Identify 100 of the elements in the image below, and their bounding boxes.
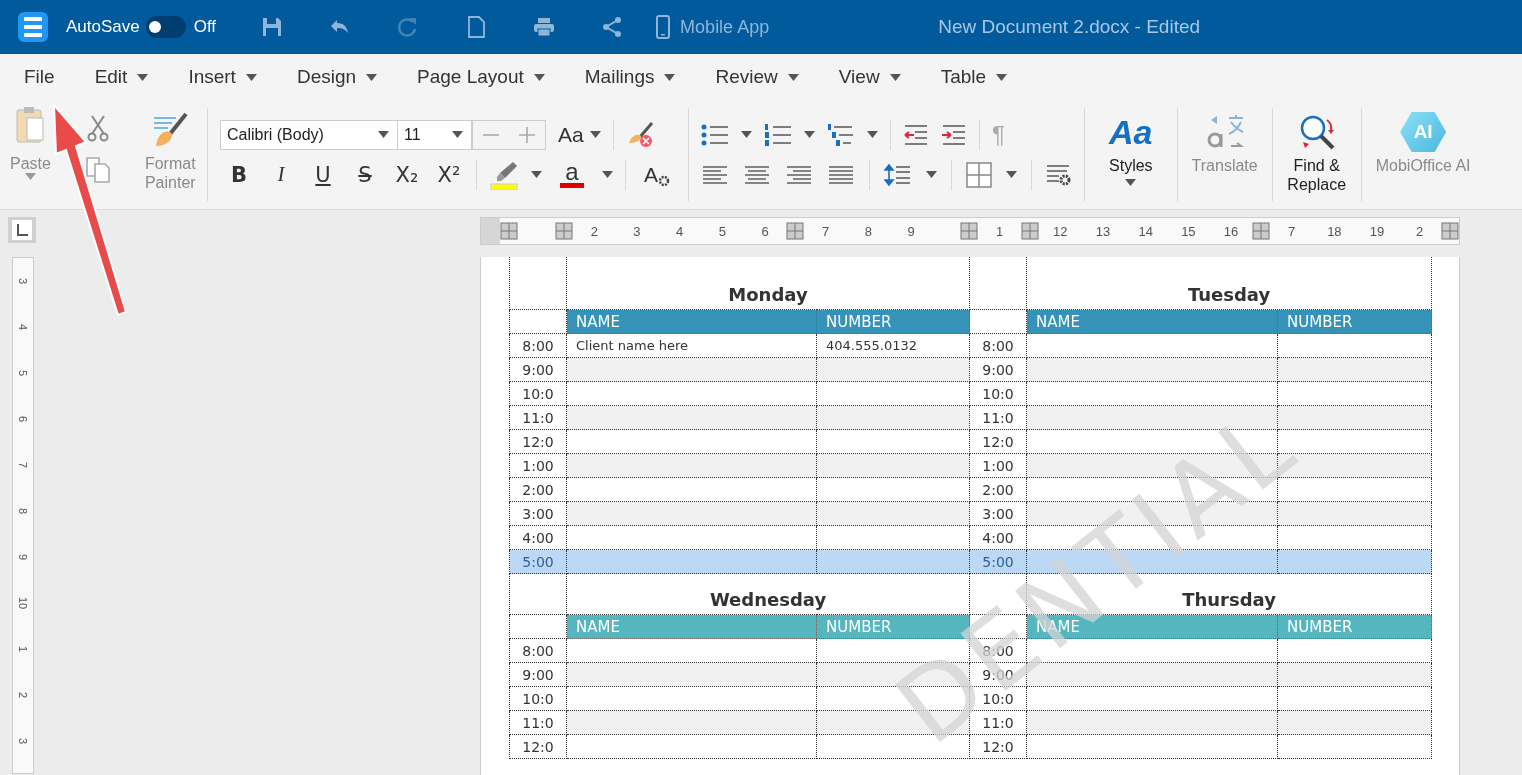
time-cell: 10:0 <box>509 381 567 406</box>
time-cell: 12:0 <box>509 734 567 759</box>
menu-item[interactable]: Table <box>940 66 1008 88</box>
align-right-icon[interactable] <box>785 163 813 186</box>
font-name-dropdown[interactable]: Calibri (Body) <box>220 119 398 150</box>
menu-item[interactable]: Mailings <box>584 66 676 88</box>
caret-icon <box>1125 179 1137 186</box>
time-cell: 3:00 <box>509 501 567 526</box>
column-marker-icon[interactable] <box>1441 222 1460 240</box>
caret-icon <box>889 73 901 81</box>
subscript-button[interactable]: X₂ <box>392 162 422 187</box>
time-cell: 8:00 <box>969 333 1027 358</box>
time-cell: 8:00 <box>509 333 567 358</box>
column-marker-icon[interactable] <box>554 222 573 240</box>
column-header: NAME <box>566 309 817 334</box>
column-header: NAME <box>566 614 817 639</box>
caret-icon[interactable] <box>602 171 613 178</box>
time-cell: 11:0 <box>509 405 567 430</box>
caret-icon <box>787 73 799 81</box>
tab-stop-icon <box>12 220 32 240</box>
multilevel-list-icon[interactable] <box>827 122 855 147</box>
menu-item[interactable]: Design <box>296 66 378 88</box>
column-header: NAME <box>1026 309 1278 334</box>
caret-icon[interactable] <box>867 131 878 138</box>
numbered-list-icon[interactable] <box>764 122 792 147</box>
gear-icon <box>658 174 670 187</box>
column-marker-icon[interactable] <box>786 222 805 240</box>
column-marker-icon[interactable] <box>1021 222 1039 240</box>
autosave-toggle[interactable] <box>145 16 186 38</box>
table-cell: 404.555.0132 <box>816 333 970 358</box>
menu-item[interactable]: File <box>24 66 55 88</box>
time-cell: 1:00 <box>509 453 567 478</box>
superscript-button[interactable]: X² <box>434 162 464 187</box>
change-case-button[interactable]: Aa <box>558 122 601 147</box>
caret-icon[interactable] <box>926 171 937 178</box>
paragraph-settings-icon[interactable] <box>1046 162 1072 187</box>
caret-icon[interactable] <box>741 131 752 138</box>
time-cell: 2:00 <box>509 477 567 502</box>
align-center-icon[interactable] <box>743 163 771 186</box>
column-header: NUMBER <box>1277 309 1432 334</box>
menu-item[interactable]: Page Layout <box>417 66 545 88</box>
ruler-margin-shading <box>481 218 500 244</box>
time-cell: 10:0 <box>969 381 1027 406</box>
horizontal-ruler: 2 3 4 5 6 7 8 9 1 12 13 14 15 16 7 18 19 2 <box>480 217 1460 245</box>
highlighter-icon[interactable] <box>489 159 519 190</box>
menu-item[interactable]: Insert <box>188 66 257 88</box>
time-cell: 9:00 <box>509 357 567 382</box>
caret-icon[interactable] <box>1006 171 1017 178</box>
caret-icon <box>452 131 463 138</box>
caret-icon[interactable] <box>531 171 542 178</box>
column-marker-icon[interactable] <box>499 222 518 240</box>
autosave-state: Off <box>193 17 217 37</box>
time-cell: 10:0 <box>509 686 567 711</box>
menu-icon[interactable] <box>18 12 48 42</box>
caret-icon <box>245 73 257 81</box>
time-cell: 4:00 <box>509 525 567 550</box>
align-left-icon[interactable] <box>701 163 729 186</box>
underline-button[interactable]: U <box>308 162 338 187</box>
styles-button[interactable]: Aa Styles <box>1085 106 1177 203</box>
time-cell: 5:00 <box>509 549 567 574</box>
line-spacing-icon[interactable] <box>884 162 912 187</box>
caret-icon <box>664 73 676 81</box>
plus-icon[interactable] <box>518 125 536 144</box>
clipboard-icon[interactable] <box>15 106 46 146</box>
increase-indent-icon[interactable] <box>941 123 967 146</box>
copy-icon[interactable] <box>84 156 111 184</box>
caret-icon <box>533 73 545 81</box>
strikethrough-button[interactable]: S <box>350 162 380 187</box>
menu-item[interactable]: Review <box>715 66 799 88</box>
scissors-icon[interactable] <box>85 114 110 142</box>
tab-stop-selector[interactable] <box>8 217 36 243</box>
day-heading: Wednesday <box>566 574 970 615</box>
time-cell: 9:00 <box>509 662 567 687</box>
bold-button[interactable]: B <box>224 162 254 187</box>
caret-icon[interactable] <box>804 131 815 138</box>
borders-icon[interactable] <box>966 161 992 188</box>
style-settings-button[interactable]: A <box>638 161 676 188</box>
decrease-indent-icon[interactable] <box>903 123 929 146</box>
table-cell: Client name here <box>566 333 817 358</box>
find-replace-button[interactable]: Find & Replace <box>1272 106 1361 203</box>
time-cell: 11:0 <box>969 405 1027 430</box>
caret-icon <box>378 131 389 138</box>
printer-icon[interactable] <box>532 15 557 39</box>
document-title: New Document 2.docx - Edited <box>938 16 1201 38</box>
justify-icon[interactable] <box>827 163 855 186</box>
menu-item[interactable]: Edit <box>94 66 149 88</box>
column-marker-icon[interactable] <box>960 222 979 240</box>
column-marker-icon[interactable] <box>1252 222 1271 240</box>
font-color-button[interactable]: a <box>554 160 590 189</box>
vertical-ruler: 3 4 5 6 7 8 9 10 1 2 3 <box>12 257 34 774</box>
autosave-label: AutoSave <box>66 17 140 37</box>
font-size-dropdown[interactable]: 11 <box>398 119 472 150</box>
menu-item[interactable]: View <box>838 66 901 88</box>
time-cell: 9:00 <box>969 357 1027 382</box>
italic-button[interactable]: I <box>266 162 296 187</box>
day-heading: Tuesday <box>1026 257 1432 310</box>
caret-icon <box>366 73 378 81</box>
day-heading: Monday <box>566 257 970 310</box>
caret-icon <box>589 131 601 138</box>
bulleted-list-icon[interactable] <box>701 122 729 147</box>
